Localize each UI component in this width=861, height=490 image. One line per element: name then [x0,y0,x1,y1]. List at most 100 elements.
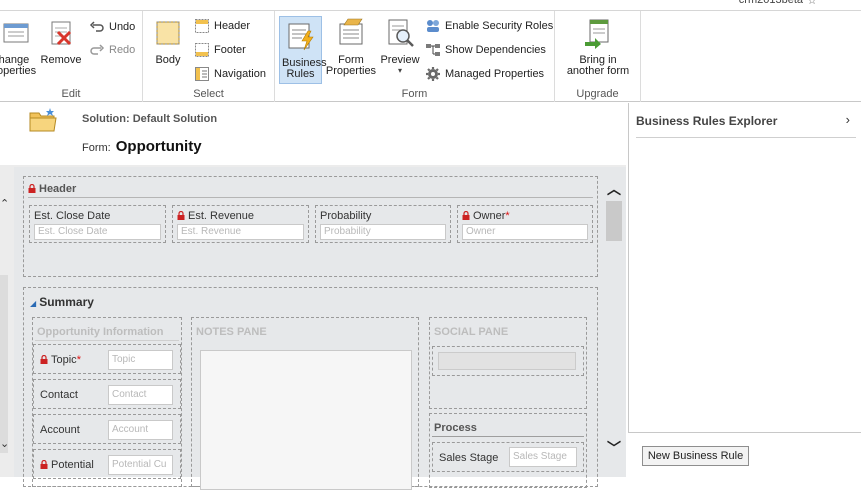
body-label: Body [155,54,181,66]
header-field[interactable]: Owner* Owner [457,205,593,243]
scroll-up-chevron-icon[interactable]: ︿ [607,179,621,199]
bring-in-another-form-label: Bring in another form [566,54,630,77]
header-section-title: Header [28,183,593,198]
summary-field-row[interactable]: Account Account [33,414,181,444]
summary-field-input[interactable]: Contact [108,385,173,405]
social-pane-title: SOCIAL PANE [434,326,509,338]
ribbon-group-form: Business Rules Form Properties Preview ▾ [275,11,555,102]
process-divider [432,436,584,437]
header-field-label: Est. Close Date [34,210,111,222]
chevron-right-icon[interactable]: › [846,112,850,127]
ribbon: Change Properties Remove Undo Redo Edit [0,11,861,102]
new-business-rule-button[interactable]: New Business Rule [642,446,749,466]
header-field[interactable]: Probability Probability [315,205,451,243]
form-properties-button[interactable]: Form Properties [325,16,377,77]
group-label-form: Form [401,88,428,100]
opportunity-information-title: Opportunity Information [37,326,164,338]
form-header-info: Solution: Default Solution Form: Opportu… [0,103,626,165]
header-field-input[interactable]: Probability [320,224,446,240]
lock-icon [28,184,36,193]
bring-in-another-form-button[interactable]: Bring in another form [559,16,637,77]
body-button[interactable]: Body [148,16,188,66]
summary-tab[interactable]: ◢ Summary Opportunity Information Topic*… [23,287,598,490]
notes-pane-section[interactable]: NOTES PANE [191,317,419,490]
form-line: Form: Opportunity [82,138,202,155]
dependencies-icon [426,44,440,56]
change-properties-label: Change Properties [0,55,37,77]
section-divider [35,340,179,341]
summary-field-input[interactable]: Account [108,420,173,440]
scroll-down-chevron-icon[interactable]: ﹀ [607,438,621,458]
business-rules-label: Business Rules [282,57,327,80]
form-name: Opportunity [115,138,202,155]
summary-field-input[interactable]: Potential Cu [108,455,173,475]
expand-triangle-icon[interactable]: ◢ [30,299,36,308]
remove-icon [51,21,72,46]
summary-field-input[interactable]: Topic [108,350,173,370]
group-label-edit: Edit [61,88,81,100]
social-pane-section[interactable]: SOCIAL PANE [429,317,587,409]
summary-title: ◢ Summary [30,295,94,309]
summary-field-row[interactable]: Potential Potential Cu [33,449,181,479]
process-title: Process [434,422,477,434]
group-label-select: Select [193,88,224,100]
header-label: Header [214,20,251,32]
user-name[interactable]: crm2013beta [739,0,803,6]
sales-stage-input[interactable]: Sales Stage [509,447,577,467]
left-scroll-strip: ⌃ ⌄ [0,175,10,475]
required-mark: * [505,210,510,222]
header-section[interactable]: Header Est. Close Date Est. Close Date Est… [23,176,598,277]
footer-icon [195,43,209,57]
business-rules-button[interactable]: Business Rules [279,16,327,84]
preview-button[interactable]: Preview ▾ [379,16,421,76]
sales-stage-label: Sales Stage [439,452,499,464]
header-field-input[interactable]: Est. Revenue [177,224,304,240]
social-pane-inner [432,346,584,376]
undo-button[interactable]: Undo [89,19,135,35]
canvas-scrollbar[interactable]: ︿ ﹀ [605,175,623,465]
business-rules-explorer-header[interactable]: Business Rules Explorer › [636,112,856,138]
notes-pane-title: NOTES PANE [196,326,267,338]
lock-icon [40,355,48,364]
header-field[interactable]: Est. Revenue Est. Revenue [172,205,309,243]
preview-icon [388,19,414,47]
header-button[interactable]: Header [194,18,250,34]
scroll-thumb[interactable] [606,201,622,241]
summary-field-label: Account [40,424,80,436]
redo-button[interactable]: Redo [89,42,135,58]
header-field-input[interactable]: Est. Close Date [34,224,161,240]
summary-field-row[interactable]: Topic* Topic [33,344,181,374]
left-chevron-up-icon[interactable]: ⌃ [0,197,9,210]
show-dependencies-label: Show Dependencies [445,44,546,56]
form-properties-label: Form Properties [325,54,377,77]
enable-security-roles-label: Enable Security Roles [445,20,554,32]
bring-form-icon [585,19,609,49]
pin-icon[interactable]: ☆ [807,0,817,7]
footer-button[interactable]: Footer [194,42,246,58]
enable-security-roles-button[interactable]: Enable Security Roles [425,18,553,34]
sales-stage-field[interactable]: Sales Stage Sales Stage [432,442,584,472]
security-roles-icon [427,20,439,32]
remove-label: Remove [40,54,82,66]
managed-properties-button[interactable]: Managed Properties [425,66,544,82]
show-dependencies-button[interactable]: Show Dependencies [425,42,546,58]
left-chevron-down-icon[interactable]: ⌄ [0,437,9,450]
header-field[interactable]: Est. Close Date Est. Close Date [29,205,166,243]
navigation-button[interactable]: Navigation [194,66,266,82]
business-rules-icon [288,23,314,51]
left-scrollbar[interactable] [0,275,8,453]
summary-field-row[interactable]: Contact Contact [33,379,181,409]
chevron-down-icon: ▾ [397,66,402,75]
remove-button[interactable]: Remove [40,16,82,66]
header-field-label: Est. Revenue [177,210,254,222]
header-field-input[interactable]: Owner [462,224,588,240]
redo-icon [90,44,105,55]
navigation-label: Navigation [214,68,266,80]
notes-pane-box [200,350,412,490]
summary-field-label: Topic* [40,354,81,366]
group-label-upgrade: Upgrade [576,88,619,100]
change-properties-button[interactable]: Change Properties [0,16,38,77]
header-icon [195,19,209,33]
undo-label: Undo [109,21,136,33]
body-icon [156,21,180,45]
